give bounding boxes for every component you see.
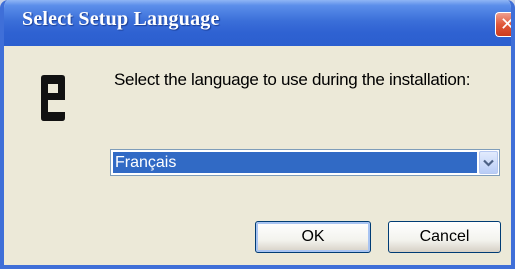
selected-language: Français [113,152,477,173]
title-bar[interactable]: Select Setup Language ✕ [4,0,515,46]
language-dropdown[interactable]: Français [110,149,500,176]
setup-app-icon [41,75,65,121]
close-button[interactable]: ✕ [495,12,515,37]
dropdown-arrow-button[interactable] [479,151,498,174]
dialog-title: Select Setup Language [22,8,220,30]
cancel-button[interactable]: Cancel [388,221,501,253]
setup-language-dialog: Select Setup Language ✕ Select the langu… [0,0,515,269]
chevron-down-icon [483,159,494,167]
ok-button[interactable]: OK [255,221,371,253]
close-icon: ✕ [499,14,515,35]
instruction-text: Select the language to use during the in… [114,70,471,89]
